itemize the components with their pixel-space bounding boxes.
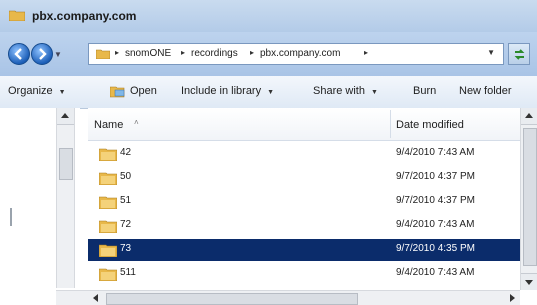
file-row[interactable]: 72 9/4/2010 7:43 AM (88, 215, 520, 237)
folder-icon (9, 10, 25, 21)
file-row[interactable]: 42 9/4/2010 7:43 AM (88, 143, 520, 165)
file-row[interactable]: 511 9/4/2010 7:43 AM (88, 263, 520, 285)
file-list: Name ˄ Date modified 42 9/4/2010 7:43 AM 5… (88, 108, 520, 290)
arrow-up-icon (61, 113, 69, 118)
navigation-pane-hscroll[interactable] (56, 290, 88, 305)
open-button[interactable]: Open (130, 85, 157, 97)
arrow-left-icon (14, 48, 22, 60)
file-date-modified: 9/4/2010 7:43 AM (396, 219, 475, 230)
folder-icon (99, 196, 117, 209)
chevron-right-icon[interactable]: ▸ (364, 48, 368, 57)
column-divider[interactable] (390, 110, 391, 138)
file-name: 50 (120, 171, 132, 182)
file-date-modified: 9/7/2010 4:37 PM (396, 171, 475, 182)
file-row[interactable]: 51 9/7/2010 4:37 PM (88, 191, 520, 213)
navigation-pane-scrollbar[interactable] (56, 108, 75, 288)
breadcrumb-snomone[interactable]: snomONE (125, 48, 171, 59)
scroll-thumb[interactable] (523, 128, 537, 266)
folder-icon (99, 148, 117, 161)
chevron-down-icon: ▼ (370, 89, 378, 96)
file-date-modified: 9/4/2010 7:43 AM (396, 267, 475, 278)
organize-menu[interactable]: Organize ▼ (8, 85, 66, 97)
include-in-library-menu[interactable]: Include in library ▼ (181, 85, 274, 97)
horizontal-scrollbar[interactable] (88, 290, 520, 305)
forward-button[interactable] (31, 43, 53, 65)
breadcrumb-pbx-company-com[interactable]: pbx.company.com (260, 48, 340, 59)
file-row[interactable]: 50 9/7/2010 4:37 PM (88, 167, 520, 189)
title-bar[interactable]: pbx.company.com (0, 0, 537, 32)
folder-icon (99, 244, 117, 257)
refresh-button[interactable] (508, 43, 530, 65)
column-date-modified-header[interactable]: Date modified (396, 119, 464, 131)
file-date-modified: 9/7/2010 4:35 PM (396, 243, 475, 254)
file-row[interactable]: 73 9/7/2010 4:35 PM (88, 239, 520, 261)
burn-button[interactable]: Burn (413, 85, 436, 97)
scroll-thumb[interactable] (106, 293, 358, 305)
address-dropdown[interactable]: ▼ (487, 48, 495, 57)
breadcrumb-recordings[interactable]: recordings (191, 48, 238, 59)
column-header: Name ˄ Date modified (88, 108, 520, 141)
navigation-bar: ▼ ▸ snomONE ▸ recordings ▸ pbx.company.c… (0, 32, 537, 76)
chevron-down-icon: ▼ (267, 89, 275, 96)
window-title: pbx.company.com (32, 9, 137, 23)
file-date-modified: 9/7/2010 4:37 PM (396, 195, 475, 206)
pane-splitter-grip[interactable] (10, 208, 12, 226)
scroll-up-button[interactable] (57, 108, 74, 125)
address-bar[interactable]: ▸ snomONE ▸ recordings ▸ pbx.company.com… (88, 43, 504, 65)
scroll-thumb[interactable] (59, 148, 73, 180)
arrow-right-icon[interactable] (510, 294, 515, 302)
open-folder-icon (110, 86, 125, 98)
file-date-modified: 9/4/2010 7:43 AM (396, 147, 475, 158)
share-with-menu[interactable]: Share with ▼ (313, 85, 378, 97)
file-name: 51 (120, 195, 132, 206)
file-name: 73 (120, 243, 132, 254)
vertical-scrollbar[interactable] (520, 108, 537, 290)
chevron-down-icon: ▼ (58, 89, 66, 96)
chevron-right-icon[interactable]: ▸ (181, 48, 185, 57)
arrow-left-icon[interactable] (93, 294, 98, 302)
refresh-icon (514, 49, 525, 60)
chevron-right-icon[interactable]: ▸ (250, 48, 254, 57)
folder-icon (99, 220, 117, 233)
scroll-down-button[interactable] (521, 273, 537, 290)
chevron-right-icon[interactable]: ▸ (115, 48, 119, 57)
arrow-down-icon (525, 280, 533, 285)
arrow-right-icon (39, 48, 47, 60)
scroll-up-button[interactable] (521, 108, 537, 125)
folder-icon (99, 172, 117, 185)
sort-up-icon: ˄ (134, 118, 139, 127)
recent-pages-dropdown[interactable]: ▼ (54, 50, 62, 59)
folder-icon (96, 49, 110, 59)
arrow-up-icon (525, 113, 533, 118)
file-name: 72 (120, 219, 132, 230)
back-button[interactable] (8, 43, 30, 65)
folder-icon (99, 268, 117, 281)
column-name-header[interactable]: Name (94, 119, 123, 131)
new-folder-button[interactable]: New folder (459, 85, 512, 97)
explorer-window: pbx.company.com ▼ ▸ snomONE ▸ recordings… (0, 0, 537, 305)
file-name: 511 (120, 267, 136, 278)
file-name: 42 (120, 147, 132, 158)
command-bar: Organize ▼ Open Include in library ▼ Share… (0, 76, 537, 109)
